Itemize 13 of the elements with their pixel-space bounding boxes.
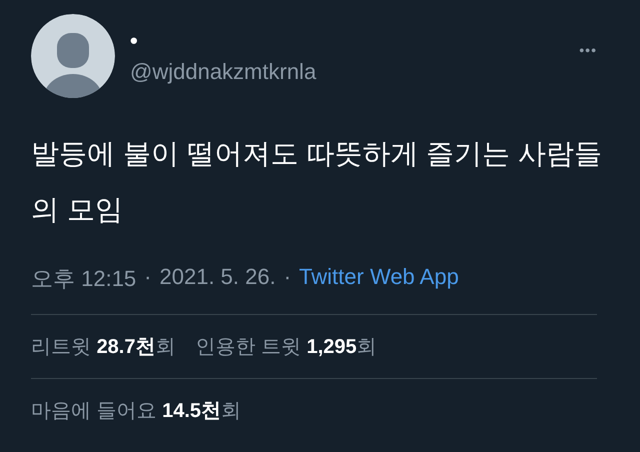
user-handle: @wjddnakzmtkrnla xyxy=(130,58,316,86)
separator-dot: · xyxy=(284,264,292,291)
separator-dot: · xyxy=(144,264,152,291)
tweet-date: 2021. 5. 26. xyxy=(160,264,276,291)
avatar-icon xyxy=(31,14,115,98)
display-name: • xyxy=(130,28,138,54)
source-link[interactable]: Twitter Web App xyxy=(299,264,459,294)
more-options-button[interactable]: ••• xyxy=(579,42,597,58)
stat-text[interactable]: 마음에 들어요 14.5천회 xyxy=(31,397,242,424)
stat-text[interactable]: 인용한 트윗 1,295회 xyxy=(196,333,377,360)
stat-text[interactable]: 리트윗 28.7천회 xyxy=(31,333,176,360)
tweet-time: 오후 12:15 xyxy=(31,265,136,293)
tweet-text: 발등에 불이 떨어져도 따뜻하게 즐기는 사람들의 모임 xyxy=(31,137,603,227)
